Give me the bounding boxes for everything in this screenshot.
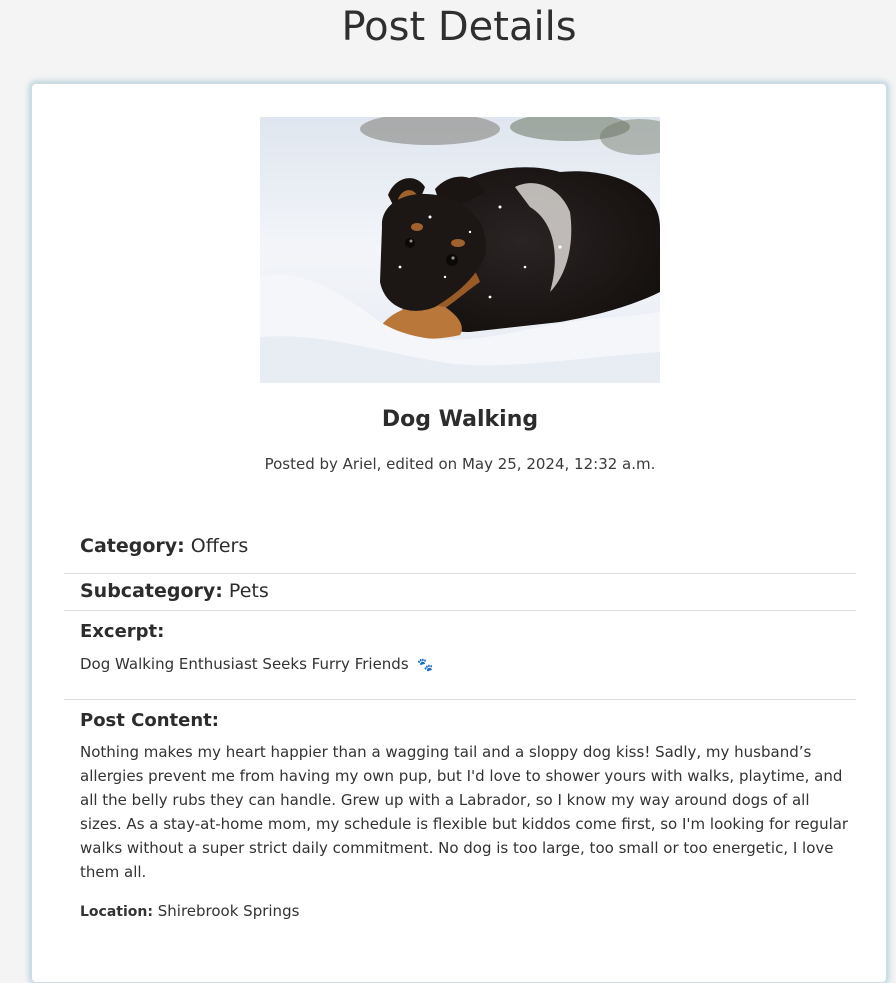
category-label: Category: bbox=[80, 535, 185, 557]
location-label: Location: bbox=[80, 904, 153, 920]
category-value: Offers bbox=[190, 535, 249, 557]
page-title: Post Details bbox=[341, 4, 577, 50]
divider bbox=[64, 699, 856, 700]
subcategory-label: Subcategory: bbox=[80, 580, 223, 602]
location-row: Location: Shirebrook Springs bbox=[80, 900, 299, 923]
divider bbox=[64, 610, 856, 611]
post-content-heading: Post Content: bbox=[80, 710, 219, 731]
excerpt-text: Dog Walking Enthusiast Seeks Furry Frien… bbox=[80, 655, 409, 673]
excerpt: Dog Walking Enthusiast Seeks Furry Frien… bbox=[80, 653, 434, 677]
post-detail-card: Dog Walking Posted by Ariel, edited on M… bbox=[31, 83, 887, 983]
dog-in-snow-photo bbox=[260, 117, 660, 383]
post-title: Dog Walking bbox=[381, 407, 539, 432]
divider bbox=[64, 573, 856, 574]
subcategory-value: Pets bbox=[228, 580, 269, 602]
location-value: Shirebrook Springs bbox=[157, 902, 300, 920]
excerpt-heading: Excerpt: bbox=[80, 621, 165, 642]
post-image bbox=[260, 117, 660, 383]
post-meta: Posted by Ariel, edited on May 25, 2024,… bbox=[264, 455, 656, 473]
post-content-text: Nothing makes my heart happier than a wa… bbox=[80, 743, 849, 881]
category-row: Category: Offers bbox=[80, 533, 248, 559]
subcategory-row: Subcategory: Pets bbox=[80, 578, 269, 604]
paw-prints-icon: 🐾 bbox=[417, 658, 434, 673]
